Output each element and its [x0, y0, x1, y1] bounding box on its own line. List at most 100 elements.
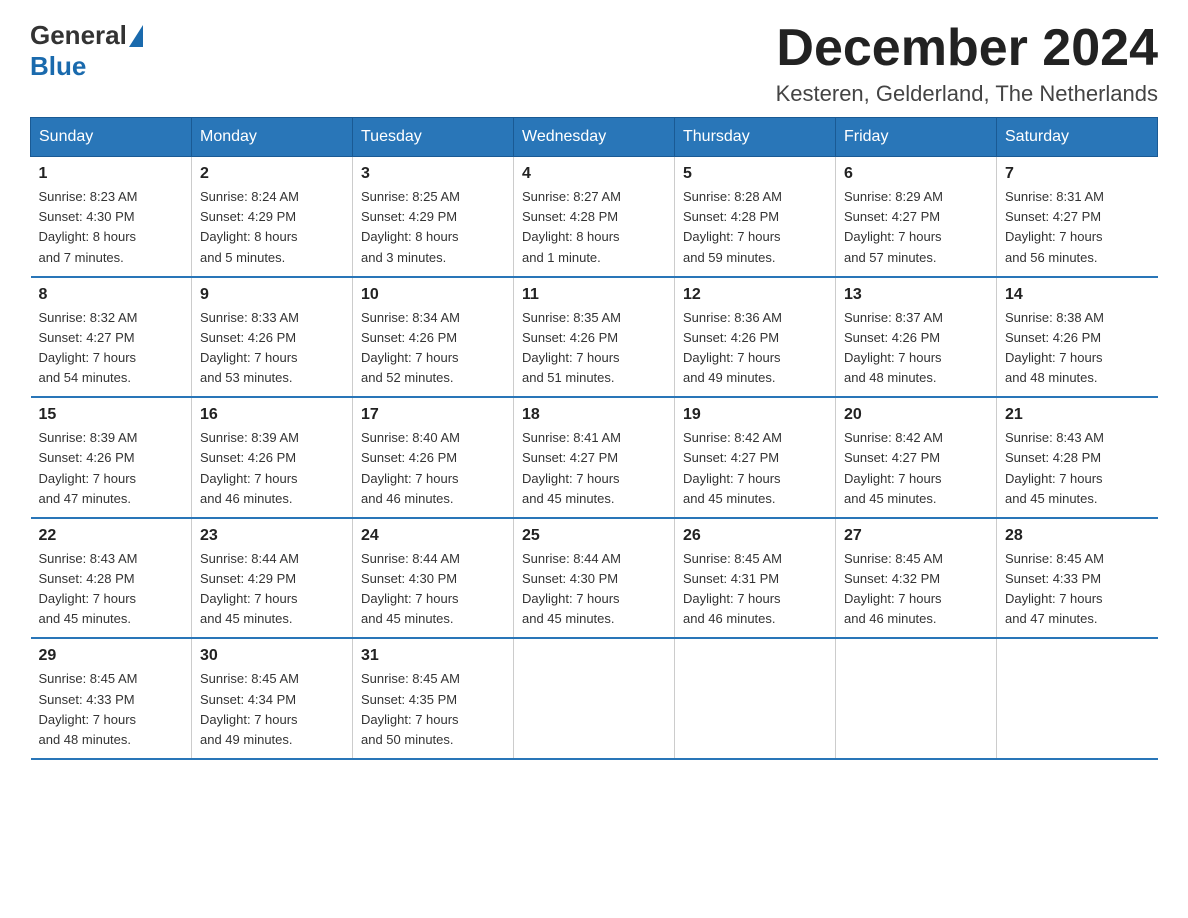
day-info: Sunrise: 8:32 AMSunset: 4:27 PMDaylight:…: [39, 310, 138, 385]
location-subtitle: Kesteren, Gelderland, The Netherlands: [776, 81, 1158, 107]
day-number: 12: [683, 286, 827, 304]
calendar-cell: [675, 638, 836, 759]
month-title: December 2024: [776, 20, 1158, 77]
calendar-cell: 20 Sunrise: 8:42 AMSunset: 4:27 PMDayligh…: [836, 397, 997, 518]
calendar-cell: 21 Sunrise: 8:43 AMSunset: 4:28 PMDayligh…: [997, 397, 1158, 518]
calendar-cell: 25 Sunrise: 8:44 AMSunset: 4:30 PMDayligh…: [514, 518, 675, 639]
day-info: Sunrise: 8:43 AMSunset: 4:28 PMDaylight:…: [39, 551, 138, 626]
header-tuesday: Tuesday: [353, 118, 514, 157]
calendar-header-row: SundayMondayTuesdayWednesdayThursdayFrid…: [31, 118, 1158, 157]
calendar-cell: 18 Sunrise: 8:41 AMSunset: 4:27 PMDayligh…: [514, 397, 675, 518]
day-info: Sunrise: 8:33 AMSunset: 4:26 PMDaylight:…: [200, 310, 299, 385]
day-info: Sunrise: 8:44 AMSunset: 4:30 PMDaylight:…: [522, 551, 621, 626]
logo-blue-text: Blue: [30, 51, 86, 81]
day-info: Sunrise: 8:36 AMSunset: 4:26 PMDaylight:…: [683, 310, 782, 385]
day-info: Sunrise: 8:40 AMSunset: 4:26 PMDaylight:…: [361, 430, 460, 505]
day-info: Sunrise: 8:37 AMSunset: 4:26 PMDaylight:…: [844, 310, 943, 385]
day-number: 17: [361, 406, 505, 424]
calendar-week-row: 22 Sunrise: 8:43 AMSunset: 4:28 PMDayligh…: [31, 518, 1158, 639]
logo-triangle-icon: [129, 25, 143, 47]
day-info: Sunrise: 8:45 AMSunset: 4:34 PMDaylight:…: [200, 671, 299, 746]
day-info: Sunrise: 8:45 AMSunset: 4:33 PMDaylight:…: [39, 671, 138, 746]
calendar-cell: 13 Sunrise: 8:37 AMSunset: 4:26 PMDayligh…: [836, 277, 997, 398]
page-header: General Blue December 2024 Kesteren, Gel…: [30, 20, 1158, 107]
day-info: Sunrise: 8:34 AMSunset: 4:26 PMDaylight:…: [361, 310, 460, 385]
day-info: Sunrise: 8:44 AMSunset: 4:30 PMDaylight:…: [361, 551, 460, 626]
calendar-week-row: 1Sunrise: 8:23 AMSunset: 4:30 PMDaylight…: [31, 157, 1158, 277]
day-info: Sunrise: 8:25 AMSunset: 4:29 PMDaylight:…: [361, 189, 460, 264]
logo-general-text: General: [30, 20, 127, 51]
day-info: Sunrise: 8:39 AMSunset: 4:26 PMDaylight:…: [39, 430, 138, 505]
day-info: Sunrise: 8:45 AMSunset: 4:33 PMDaylight:…: [1005, 551, 1104, 626]
day-info: Sunrise: 8:39 AMSunset: 4:26 PMDaylight:…: [200, 430, 299, 505]
calendar-cell: 2Sunrise: 8:24 AMSunset: 4:29 PMDaylight…: [192, 157, 353, 277]
day-info: Sunrise: 8:29 AMSunset: 4:27 PMDaylight:…: [844, 189, 943, 264]
day-number: 20: [844, 406, 988, 424]
calendar-cell: [997, 638, 1158, 759]
calendar-cell: 28 Sunrise: 8:45 AMSunset: 4:33 PMDayligh…: [997, 518, 1158, 639]
calendar-cell: 30 Sunrise: 8:45 AMSunset: 4:34 PMDayligh…: [192, 638, 353, 759]
header-thursday: Thursday: [675, 118, 836, 157]
day-info: Sunrise: 8:38 AMSunset: 4:26 PMDaylight:…: [1005, 310, 1104, 385]
day-number: 4: [522, 165, 666, 183]
day-number: 30: [200, 647, 344, 665]
calendar-cell: 26 Sunrise: 8:45 AMSunset: 4:31 PMDayligh…: [675, 518, 836, 639]
day-number: 26: [683, 527, 827, 545]
calendar-cell: 11Sunrise: 8:35 AMSunset: 4:26 PMDayligh…: [514, 277, 675, 398]
header-monday: Monday: [192, 118, 353, 157]
day-number: 21: [1005, 406, 1150, 424]
calendar-cell: 29 Sunrise: 8:45 AMSunset: 4:33 PMDayligh…: [31, 638, 192, 759]
day-number: 14: [1005, 286, 1150, 304]
day-number: 5: [683, 165, 827, 183]
day-number: 27: [844, 527, 988, 545]
calendar-cell: 12 Sunrise: 8:36 AMSunset: 4:26 PMDayligh…: [675, 277, 836, 398]
header-wednesday: Wednesday: [514, 118, 675, 157]
header-sunday: Sunday: [31, 118, 192, 157]
calendar-cell: 31 Sunrise: 8:45 AMSunset: 4:35 PMDayligh…: [353, 638, 514, 759]
day-number: 10: [361, 286, 505, 304]
calendar-week-row: 29 Sunrise: 8:45 AMSunset: 4:33 PMDayligh…: [31, 638, 1158, 759]
day-info: Sunrise: 8:45 AMSunset: 4:35 PMDaylight:…: [361, 671, 460, 746]
day-number: 22: [39, 527, 184, 545]
day-info: Sunrise: 8:43 AMSunset: 4:28 PMDaylight:…: [1005, 430, 1104, 505]
calendar-week-row: 15 Sunrise: 8:39 AMSunset: 4:26 PMDayligh…: [31, 397, 1158, 518]
day-info: Sunrise: 8:35 AMSunset: 4:26 PMDaylight:…: [522, 310, 621, 385]
day-number: 19: [683, 406, 827, 424]
calendar-cell: 27 Sunrise: 8:45 AMSunset: 4:32 PMDayligh…: [836, 518, 997, 639]
day-info: Sunrise: 8:27 AMSunset: 4:28 PMDaylight:…: [522, 189, 621, 264]
day-number: 18: [522, 406, 666, 424]
day-info: Sunrise: 8:45 AMSunset: 4:31 PMDaylight:…: [683, 551, 782, 626]
calendar-cell: 8Sunrise: 8:32 AMSunset: 4:27 PMDaylight…: [31, 277, 192, 398]
calendar-cell: [836, 638, 997, 759]
calendar-cell: 10 Sunrise: 8:34 AMSunset: 4:26 PMDayligh…: [353, 277, 514, 398]
day-number: 1: [39, 165, 184, 183]
calendar-cell: 1Sunrise: 8:23 AMSunset: 4:30 PMDaylight…: [31, 157, 192, 277]
calendar-week-row: 8Sunrise: 8:32 AMSunset: 4:27 PMDaylight…: [31, 277, 1158, 398]
day-number: 28: [1005, 527, 1150, 545]
day-number: 13: [844, 286, 988, 304]
calendar-cell: 16 Sunrise: 8:39 AMSunset: 4:26 PMDayligh…: [192, 397, 353, 518]
calendar-cell: 17 Sunrise: 8:40 AMSunset: 4:26 PMDayligh…: [353, 397, 514, 518]
day-info: Sunrise: 8:41 AMSunset: 4:27 PMDaylight:…: [522, 430, 621, 505]
day-info: Sunrise: 8:42 AMSunset: 4:27 PMDaylight:…: [844, 430, 943, 505]
day-number: 16: [200, 406, 344, 424]
calendar-cell: 22 Sunrise: 8:43 AMSunset: 4:28 PMDayligh…: [31, 518, 192, 639]
day-info: Sunrise: 8:45 AMSunset: 4:32 PMDaylight:…: [844, 551, 943, 626]
calendar-cell: 4 Sunrise: 8:27 AMSunset: 4:28 PMDaylight…: [514, 157, 675, 277]
calendar-cell: 15 Sunrise: 8:39 AMSunset: 4:26 PMDayligh…: [31, 397, 192, 518]
day-info: Sunrise: 8:31 AMSunset: 4:27 PMDaylight:…: [1005, 189, 1104, 264]
day-info: Sunrise: 8:44 AMSunset: 4:29 PMDaylight:…: [200, 551, 299, 626]
logo: General Blue: [30, 20, 145, 82]
calendar-cell: 6Sunrise: 8:29 AMSunset: 4:27 PMDaylight…: [836, 157, 997, 277]
day-number: 29: [39, 647, 184, 665]
day-number: 25: [522, 527, 666, 545]
calendar-cell: 5Sunrise: 8:28 AMSunset: 4:28 PMDaylight…: [675, 157, 836, 277]
calendar-cell: 9 Sunrise: 8:33 AMSunset: 4:26 PMDaylight…: [192, 277, 353, 398]
calendar-cell: 24Sunrise: 8:44 AMSunset: 4:30 PMDayligh…: [353, 518, 514, 639]
day-number: 31: [361, 647, 505, 665]
calendar-cell: 14 Sunrise: 8:38 AMSunset: 4:26 PMDayligh…: [997, 277, 1158, 398]
day-number: 9: [200, 286, 344, 304]
calendar-cell: 19 Sunrise: 8:42 AMSunset: 4:27 PMDayligh…: [675, 397, 836, 518]
day-info: Sunrise: 8:42 AMSunset: 4:27 PMDaylight:…: [683, 430, 782, 505]
day-number: 15: [39, 406, 184, 424]
